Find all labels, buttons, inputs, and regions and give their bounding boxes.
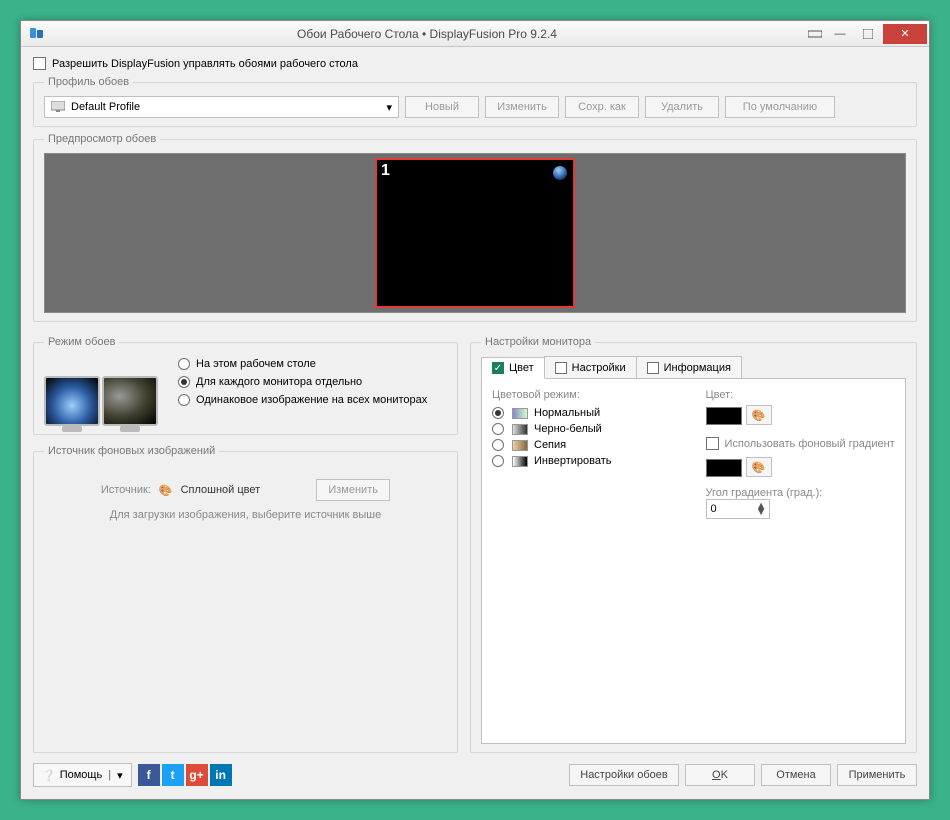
- colormode-sepia-radio[interactable]: Сепия: [492, 439, 682, 451]
- gradient-angle-label: Угол градиента (град.):: [706, 487, 896, 499]
- titlebar: Обои Рабочего Стола • DisplayFusion Pro …: [21, 21, 929, 47]
- profile-saveas-button[interactable]: Сохр. как: [565, 96, 639, 118]
- source-change-button[interactable]: Изменить: [316, 479, 390, 501]
- chevron-down-icon: ▾: [386, 101, 392, 114]
- color-mode-label: Цветовой режим:: [492, 389, 682, 401]
- tab-info[interactable]: Информация: [636, 356, 742, 378]
- use-gradient-checkbox[interactable]: Использовать фоновый градиент: [706, 437, 895, 450]
- social-links: f t g+ in: [138, 764, 232, 786]
- profile-new-button[interactable]: Новый: [405, 96, 479, 118]
- help-icon: ❔: [42, 769, 56, 782]
- preview-area[interactable]: 1: [44, 153, 906, 313]
- colormode-normal-radio[interactable]: Нормальный: [492, 407, 682, 419]
- linkedin-icon[interactable]: in: [210, 764, 232, 786]
- profile-dropdown[interactable]: Default Profile ▾: [44, 96, 399, 118]
- allow-manage-label: Разрешить DisplayFusion управлять обоями…: [52, 58, 358, 70]
- app-icon: [25, 24, 49, 44]
- minimize-button[interactable]: —: [827, 24, 853, 44]
- color-swatch-2[interactable]: [706, 459, 742, 477]
- cancel-button[interactable]: Отмена: [761, 764, 831, 786]
- monitor-settings-fieldset: Настройки монитора ✓Цвет Настройки Инфор…: [470, 336, 917, 753]
- preview-legend: Предпросмотр обоев: [44, 133, 160, 145]
- apply-button[interactable]: Применить: [837, 764, 917, 786]
- colormode-invert-radio[interactable]: Инвертировать: [492, 455, 682, 467]
- tab-settings[interactable]: Настройки: [544, 356, 637, 378]
- client-area: Разрешить DisplayFusion управлять обоями…: [21, 47, 929, 799]
- close-button[interactable]: ✕: [883, 24, 927, 44]
- gradient-angle-value: 0: [711, 503, 717, 515]
- mode-legend: Режим обоев: [44, 336, 119, 348]
- tab-color[interactable]: ✓Цвет: [481, 357, 545, 379]
- palette-icon: 🎨: [159, 484, 173, 497]
- source-hint: Для загрузки изображения, выберите источ…: [110, 509, 381, 521]
- mode-permonitor-radio[interactable]: Для каждого монитора отдельно: [178, 376, 427, 388]
- globe-icon: [553, 166, 567, 180]
- profile-legend: Профиль обоев: [44, 76, 133, 88]
- checkbox-icon: [33, 57, 46, 70]
- twitter-icon[interactable]: t: [162, 764, 184, 786]
- maximize-button[interactable]: [855, 24, 881, 44]
- chevron-down-icon: ▾: [117, 769, 123, 782]
- profile-default-button[interactable]: По умолчанию: [725, 96, 835, 118]
- mode-thisdesktop-radio[interactable]: На этом рабочем столе: [178, 358, 427, 370]
- tab-body: Цветовой режим: Нормальный Черно-белый С…: [481, 379, 906, 744]
- source-fieldset: Источник фоновых изображений Источник: 🎨…: [33, 445, 458, 753]
- gradient-angle-spinner[interactable]: 0 ▲▼: [706, 499, 770, 519]
- window-title: Обои Рабочего Стола • DisplayFusion Pro …: [49, 27, 805, 41]
- color-swatch-1[interactable]: [706, 407, 742, 425]
- allow-manage-checkbox[interactable]: Разрешить DisplayFusion управлять обоями…: [33, 57, 917, 70]
- googleplus-icon[interactable]: g+: [186, 764, 208, 786]
- help-button[interactable]: ❔ Помощь |▾: [33, 763, 132, 787]
- colormode-bw-radio[interactable]: Черно-белый: [492, 423, 682, 435]
- color-label: Цвет:: [706, 389, 896, 401]
- window-extra-button[interactable]: [805, 24, 825, 44]
- pick-color-button-2[interactable]: 🎨: [746, 457, 772, 477]
- preview-fieldset: Предпросмотр обоев 1: [33, 133, 917, 322]
- source-name: Сплошной цвет: [181, 484, 261, 496]
- ok-button[interactable]: OOKK: [685, 764, 755, 786]
- monitor-icon: [51, 101, 65, 113]
- profile-delete-button[interactable]: Удалить: [645, 96, 719, 118]
- tabs: ✓Цвет Настройки Информация: [481, 356, 906, 379]
- mode-same-radio[interactable]: Одинаковое изображение на всех мониторах: [178, 394, 427, 406]
- source-legend: Источник фоновых изображений: [44, 445, 219, 457]
- source-label: Источник:: [101, 484, 151, 496]
- thumb-icon: [512, 424, 528, 435]
- profile-name: Default Profile: [71, 101, 140, 113]
- facebook-icon[interactable]: f: [138, 764, 160, 786]
- dual-monitor-icon: [44, 356, 164, 426]
- pick-color-button-1[interactable]: 🎨: [746, 405, 772, 425]
- footer: ❔ Помощь |▾ f t g+ in Настройки обоев OO…: [33, 753, 917, 787]
- monitor-preview-1[interactable]: 1: [375, 158, 575, 308]
- monitor-settings-legend: Настройки монитора: [481, 336, 595, 348]
- profile-edit-button[interactable]: Изменить: [485, 96, 559, 118]
- profile-fieldset: Профиль обоев Default Profile ▾ Новый Из…: [33, 76, 917, 127]
- thumb-icon: [512, 408, 528, 419]
- app-window: Обои Рабочего Стола • DisplayFusion Pro …: [20, 20, 930, 800]
- thumb-icon: [512, 440, 528, 451]
- thumb-icon: [512, 456, 528, 467]
- wallpaper-settings-button[interactable]: Настройки обоев: [569, 764, 679, 786]
- spinner-arrows-icon[interactable]: ▲▼: [756, 503, 767, 515]
- mode-fieldset: Режим обоев На этом рабочем столе Для ка…: [33, 336, 458, 435]
- monitor-number: 1: [381, 162, 390, 180]
